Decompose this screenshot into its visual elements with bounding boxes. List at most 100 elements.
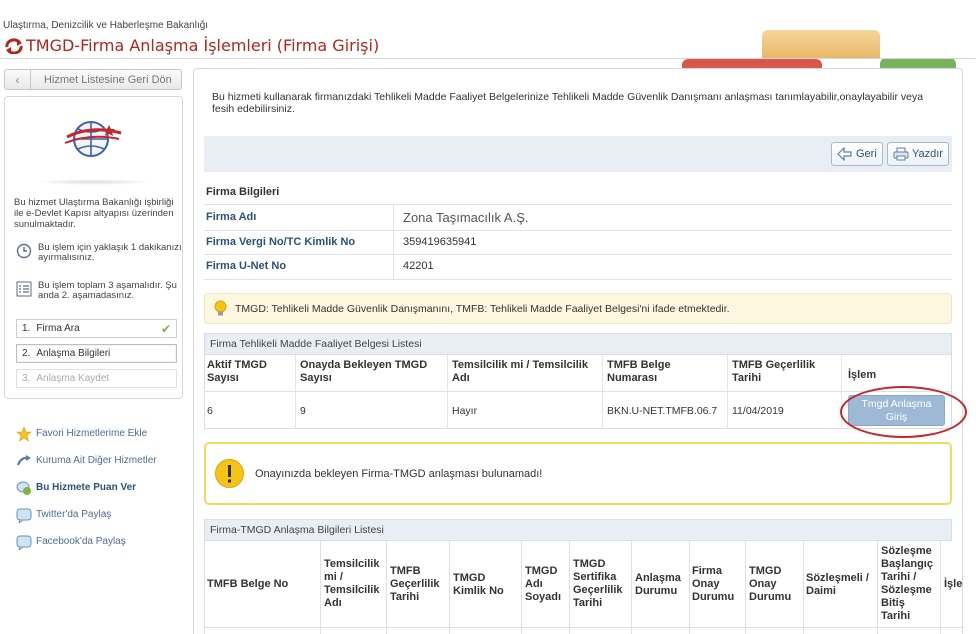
back-to-services-button[interactable]: ‹ Hizmet Listesine Geri Dön bbox=[4, 69, 182, 90]
table-header: TMFB Belge Numarası bbox=[607, 359, 671, 384]
table-header: TMGD Onay Durumu bbox=[749, 565, 792, 603]
table-header: Aktif TMGD Sayısı bbox=[207, 359, 267, 384]
step-number: 2. bbox=[22, 348, 31, 359]
firma-unet-label: Firma U-Net No bbox=[206, 260, 287, 272]
agreement-list-title: Firma-TMGD Anlaşma Bilgileri Listesi bbox=[204, 519, 952, 541]
firma-name-row: Firma Adı Zona Taşımacılık A.Ş. bbox=[206, 208, 528, 226]
back-to-services-label: Hizmet Listesine Geri Dön bbox=[44, 73, 172, 86]
link-label: Kuruma Ait Diğer Hizmetler bbox=[36, 455, 157, 466]
service-description: Bu hizmet Ulaştırma Bakanlığı işbirliği … bbox=[14, 197, 174, 230]
other-services-link[interactable]: Kuruma Ait Diğer Hizmetler bbox=[16, 447, 157, 474]
back-button[interactable]: Geri bbox=[831, 142, 883, 166]
facebook-icon bbox=[16, 535, 32, 550]
rate-service-link[interactable]: Bu Hizmete Puan Ver bbox=[16, 474, 157, 501]
back-button-label: Geri bbox=[856, 148, 877, 160]
add-favorite-link[interactable]: Favori Hizmetlerime Ekle bbox=[16, 420, 157, 447]
column-divider bbox=[569, 541, 570, 634]
step-number: 1. bbox=[22, 323, 31, 334]
abbreviation-note: TMGD: Tehlikeli Madde Güvenlik Danışmanı… bbox=[204, 293, 952, 324]
table-header: TMGD Kimlik No bbox=[453, 572, 504, 597]
time-info: Bu işlem için yaklaşık 1 dakikanızı ayır… bbox=[16, 243, 182, 263]
table-header: Sözleşme Başlangıç Tarihi / Sözleşme Bitiş Ta… bbox=[881, 545, 933, 622]
main-content: Bu hizmeti kullanarak firmanızdaki Tehli… bbox=[193, 68, 967, 634]
step-firma-ara[interactable]: 1. Firma Ara ✔ bbox=[16, 319, 177, 338]
ministry-logo-icon bbox=[64, 121, 122, 157]
refresh-logo-icon bbox=[5, 37, 23, 54]
link-label: Facebook'da Paylaş bbox=[36, 536, 126, 547]
row-divider bbox=[204, 279, 952, 280]
service-info-panel: Bu hizmet Ulaştırma Bakanlığı işbirliği … bbox=[4, 96, 183, 399]
warning-icon bbox=[215, 459, 244, 488]
column-divider bbox=[447, 355, 448, 429]
table-cell: 9 bbox=[300, 405, 306, 417]
firma-tax-row: Firma Vergi No/TC Kimlik No 359419635941 bbox=[206, 233, 476, 251]
firma-name-value: Zona Taşımacılık A.Ş. bbox=[403, 209, 529, 225]
table-header: Temsilcilik mi / Temsilcilik Adı bbox=[452, 359, 588, 384]
row-divider bbox=[204, 204, 952, 205]
warning-text: Onayınızda bekleyen Firma-TMGD anlaşması… bbox=[255, 467, 543, 480]
header-decoration bbox=[762, 30, 880, 59]
time-info-text: Bu işlem için yaklaşık 1 dakikanızı ayır… bbox=[38, 242, 182, 263]
column-divider bbox=[631, 541, 632, 634]
abbreviation-note-text: TMGD: Tehlikeli Madde Güvenlik Danışmanı… bbox=[235, 302, 730, 315]
table-header: Onayda Bekleyen TMGD Sayısı bbox=[300, 359, 428, 384]
print-button-label: Yazdır bbox=[912, 148, 943, 160]
check-icon: ✔ bbox=[160, 322, 171, 336]
steps-info-text: Bu işlem toplam 3 aşamalıdır. Şu anda 2.… bbox=[38, 280, 177, 301]
sidebar-links: Favori Hizmetlerime Ekle Kuruma Ait Diğe… bbox=[16, 420, 157, 555]
step-anlasma-kaydet: 3. Anlaşma Kaydet bbox=[16, 369, 177, 388]
table-header: TMGD Adı Soyadı bbox=[525, 565, 562, 603]
link-label: Bu Hizmete Puan Ver bbox=[36, 482, 137, 493]
table-header: Temsilcilik mi / Temsilcilik Adı bbox=[324, 558, 380, 609]
lightbulb-icon bbox=[214, 300, 227, 316]
link-label: Favori Hizmetlerime Ekle bbox=[36, 428, 148, 439]
header-divider bbox=[0, 58, 976, 59]
step-number: 3. bbox=[22, 373, 31, 384]
column-divider bbox=[295, 355, 296, 429]
agreement-table: TMFB Belge No Temsilcilik mi / Temsilcilik… bbox=[204, 541, 964, 634]
page-title-row: TMGD-Firma Anlaşma İşlemleri (Firma Giri… bbox=[4, 36, 379, 55]
clock-icon bbox=[16, 243, 32, 259]
column-divider bbox=[521, 541, 522, 634]
row-divider bbox=[204, 254, 952, 255]
printer-icon bbox=[893, 147, 909, 161]
firma-tax-label: Firma Vergi No/TC Kimlik No bbox=[206, 236, 356, 248]
column-divider bbox=[386, 541, 387, 634]
facebook-share-link[interactable]: Facebook'da Paylaş bbox=[16, 528, 157, 555]
tmfb-list-title: Firma Tehlikeli Madde Faaliyet Belgesi L… bbox=[204, 333, 952, 355]
row-divider bbox=[205, 627, 964, 628]
chevron-left-icon: ‹ bbox=[5, 70, 31, 89]
step-label: Anlaşma Kaydet bbox=[36, 373, 110, 384]
column-divider bbox=[745, 541, 746, 634]
column-divider bbox=[320, 541, 321, 634]
firma-unet-row: Firma U-Net No 42201 bbox=[206, 257, 434, 275]
step-anlasma-bilgileri[interactable]: 2. Anlaşma Bilgileri bbox=[16, 344, 177, 363]
tmfb-table: Aktif TMGD Sayısı Onayda Bekleyen TMGD Say… bbox=[204, 355, 967, 438]
table-header: İşle bbox=[944, 578, 963, 590]
page-title: TMGD-Firma Anlaşma İşlemleri (Firma Giri… bbox=[26, 36, 380, 55]
column-divider bbox=[689, 541, 690, 634]
action-toolbar: Geri Yazdır bbox=[204, 136, 952, 172]
steps-info: Bu işlem toplam 3 aşamalıdır. Şu anda 2.… bbox=[16, 281, 182, 301]
back-arrow-icon bbox=[837, 147, 852, 161]
table-header: İşlem bbox=[848, 369, 877, 381]
row-divider bbox=[205, 391, 951, 392]
column-divider bbox=[449, 541, 450, 634]
highlight-annotation bbox=[840, 386, 967, 438]
star-icon bbox=[16, 425, 32, 442]
table-header: TMFB Geçerlilik Tarihi bbox=[732, 359, 816, 384]
panel-divider bbox=[35, 179, 153, 185]
arrow-icon bbox=[16, 454, 31, 465]
firma-name-label: Firma Adı bbox=[206, 211, 257, 223]
step-label: Firma Ara bbox=[36, 323, 80, 334]
table-header: TMFB Belge No bbox=[207, 578, 289, 590]
print-button[interactable]: Yazdır bbox=[887, 142, 949, 166]
firma-info-heading: Firma Bilgileri bbox=[206, 186, 280, 198]
no-pending-warning: Onayınızda bekleyen Firma-TMGD anlaşması… bbox=[204, 442, 952, 505]
table-cell: 6 bbox=[207, 405, 213, 417]
service-intro-text: Bu hizmeti kullanarak firmanızdaki Tehli… bbox=[212, 91, 924, 115]
firma-unet-value: 42201 bbox=[403, 260, 434, 272]
twitter-share-link[interactable]: Twitter'da Paylaş bbox=[16, 501, 157, 528]
ministry-name: Ulaştırma, Denizcilik ve Haberleşme Baka… bbox=[3, 20, 209, 31]
column-divider bbox=[803, 541, 804, 634]
